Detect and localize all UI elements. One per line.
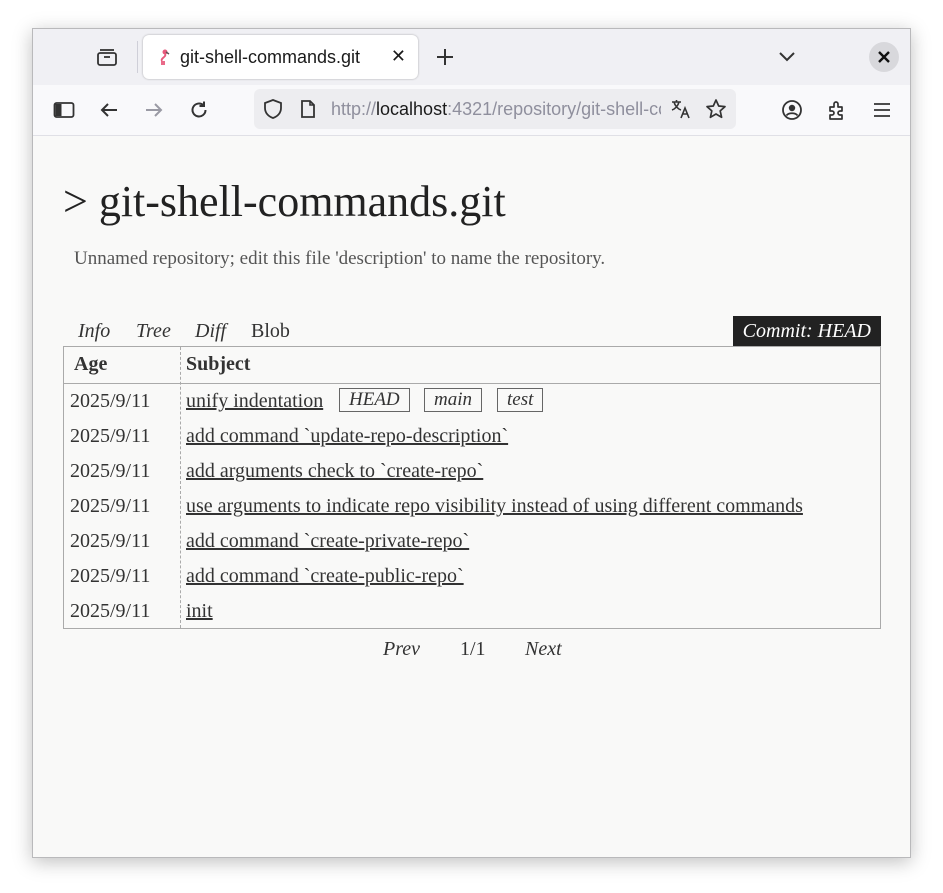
tab-title: git-shell-commands.git [180, 47, 361, 67]
tab-info[interactable]: Info [78, 320, 110, 343]
close-icon[interactable]: ✕ [391, 46, 406, 67]
page-title: > git-shell-commands.git [63, 177, 506, 226]
commit-log-table: Age Subject 2025/9/11 unify indentation … [63, 346, 881, 629]
chevron-down-icon[interactable] [775, 45, 799, 69]
browser-tab[interactable]: git-shell-commands.git ✕ [143, 35, 418, 79]
commit-age: 2025/9/11 [70, 600, 151, 622]
view-tabs: Info Tree Diff Blob Commit: HEAD [63, 316, 881, 346]
table-row: 2025/9/11 add command `create-public-rep… [64, 559, 880, 594]
repo-description: Unnamed repository; edit this file 'desc… [74, 248, 606, 269]
url-path: :4321/repository/git-shell-commands.git [447, 99, 661, 119]
menu-icon[interactable] [869, 97, 895, 123]
commit-age: 2025/9/11 [70, 460, 151, 482]
commit-age: 2025/9/11 [70, 530, 151, 552]
back-arrow-icon[interactable] [96, 97, 122, 123]
page-icon[interactable] [299, 99, 317, 123]
table-row: 2025/9/11 add command `update-repo-descr… [64, 419, 880, 454]
url-scheme: http:// [331, 99, 377, 119]
commit-age: 2025/9/11 [70, 425, 151, 447]
table-row: 2025/9/11 add command `create-private-re… [64, 524, 880, 559]
tab-diff[interactable]: Diff [195, 320, 226, 343]
table-row: 2025/9/11 unify indentation HEAD main te… [64, 384, 880, 419]
header-subject: Subject [186, 353, 251, 375]
commit-subject-link[interactable]: use arguments to indicate repo visibilit… [186, 495, 803, 518]
commit-age: 2025/9/11 [70, 565, 151, 587]
plus-icon[interactable] [433, 45, 457, 69]
page-content: > git-shell-commands.git Unnamed reposit… [33, 136, 910, 857]
reload-icon[interactable] [186, 97, 212, 123]
table-row: 2025/9/11 add arguments check to `create… [64, 454, 880, 489]
flamingo-favicon-icon [155, 48, 173, 66]
forward-arrow-icon[interactable] [141, 97, 167, 123]
commit-age: 2025/9/11 [70, 390, 151, 412]
ref-badge[interactable]: test [497, 388, 544, 412]
table-row: 2025/9/11 init [64, 594, 880, 629]
url-bar[interactable]: http://localhost:4321/repository/git-she… [254, 89, 736, 129]
tab-tree[interactable]: Tree [136, 320, 171, 343]
page-indicator: 1/1 [460, 638, 486, 660]
account-icon[interactable] [779, 97, 805, 123]
commit-subject-link[interactable]: add arguments check to `create-repo` [186, 460, 483, 483]
navigation-bar: http://localhost:4321/repository/git-she… [33, 85, 910, 136]
url-host: localhost [376, 99, 448, 119]
commit-subject-link[interactable]: add command `create-private-repo` [186, 530, 469, 553]
url-text[interactable]: http://localhost:4321/repository/git-she… [331, 99, 661, 120]
commit-subject-link[interactable]: add command `update-repo-description` [186, 425, 508, 448]
commit-subject-link[interactable]: init [186, 600, 213, 623]
extensions-icon[interactable] [824, 97, 850, 123]
commit-label: Commit: HEAD [732, 316, 881, 346]
shield-icon[interactable] [262, 98, 284, 124]
tab-blob[interactable]: Blob [251, 320, 290, 343]
translate-icon[interactable] [670, 98, 692, 124]
commit-subject-link[interactable]: unify indentation [186, 390, 323, 413]
sidebar-icon[interactable] [51, 97, 77, 123]
table-row: 2025/9/11 use arguments to indicate repo… [64, 489, 880, 524]
commit-age: 2025/9/11 [70, 495, 151, 517]
pagination: Prev 1/1 Next [33, 634, 910, 664]
tab-bar: git-shell-commands.git ✕ [33, 29, 910, 85]
ref-badge[interactable]: HEAD [339, 388, 410, 412]
header-age: Age [74, 353, 108, 375]
ref-badge[interactable]: main [424, 388, 482, 412]
tab-overview-icon[interactable] [95, 45, 119, 69]
commit-subject-link[interactable]: add command `create-public-repo` [186, 565, 464, 588]
star-icon[interactable] [705, 98, 727, 124]
window-close-icon[interactable] [869, 42, 899, 72]
tab-separator [137, 41, 138, 73]
table-header: Age Subject [64, 347, 880, 384]
next-link[interactable]: Next [525, 638, 562, 661]
prev-link[interactable]: Prev [383, 638, 420, 661]
browser-window: git-shell-commands.git ✕ http://localhos… [32, 28, 911, 858]
